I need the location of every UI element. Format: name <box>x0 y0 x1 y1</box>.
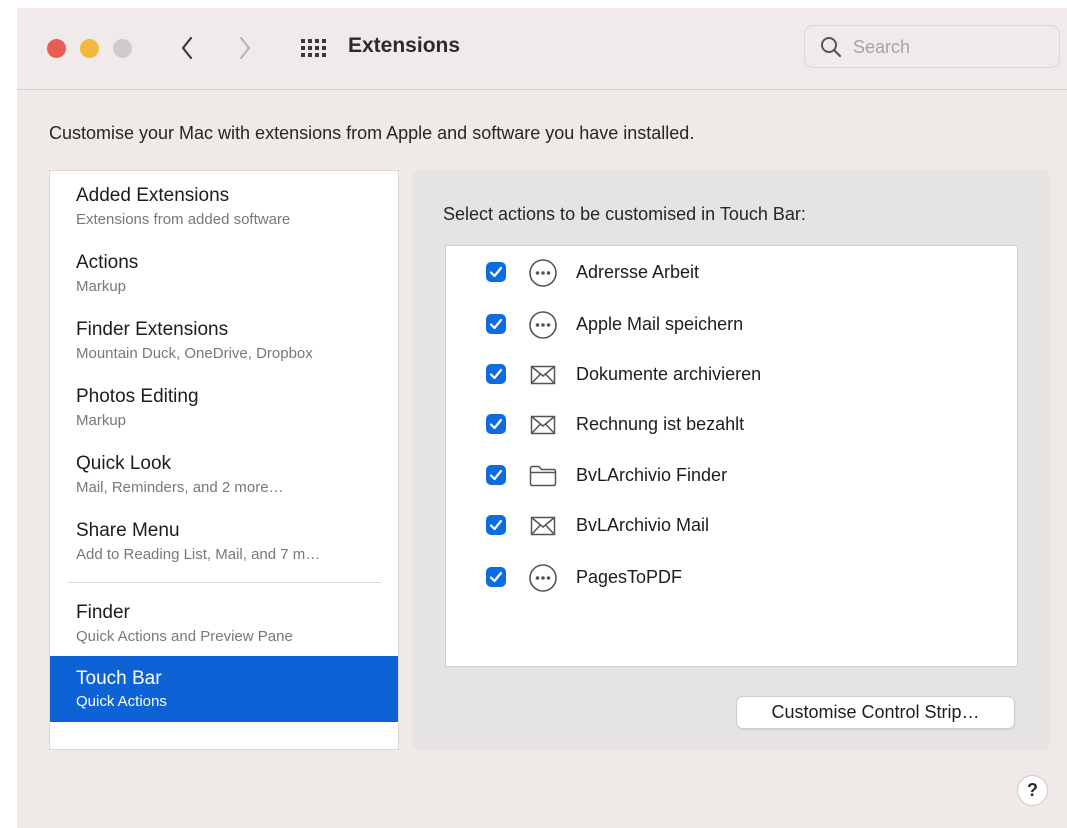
page-description: Customise your Mac with extensions from … <box>49 123 695 143</box>
list-item[interactable]: Apple Mail speichern <box>446 300 1017 352</box>
sidebar-item-finder-extensions[interactable]: Finder Extensions Mountain Duck, OneDriv… <box>50 305 398 371</box>
touch-bar-panel: Select actions to be customised in Touch… <box>412 170 1050 750</box>
extensions-sidebar: Added Extensions Extensions from added s… <box>49 170 399 750</box>
action-label: Apple Mail speichern <box>576 314 744 334</box>
action-label: Rechnung ist bezahlt <box>576 414 745 434</box>
list-item[interactable]: BvLArchivio Mail <box>446 501 1017 553</box>
checkmark-icon <box>489 318 503 330</box>
sidebar-divider <box>68 582 381 583</box>
show-all-button[interactable] <box>297 32 329 64</box>
grid-icon <box>301 39 326 57</box>
sidebar-item-title: Share Menu <box>76 520 180 541</box>
list-item[interactable]: BvLArchivio Finder <box>446 451 1017 503</box>
action-checkbox[interactable] <box>486 314 506 334</box>
action-label: BvLArchivio Finder <box>576 465 728 485</box>
checkmark-icon <box>489 266 503 278</box>
search-icon <box>821 37 842 58</box>
sidebar-item-subtitle: Mountain Duck, OneDrive, Dropbox <box>76 345 313 362</box>
action-label: PagesToPDF <box>576 567 683 587</box>
action-label: Dokumente archivieren <box>576 364 762 384</box>
sidebar-item-actions[interactable]: Actions Markup <box>50 238 398 304</box>
sidebar-item-title: Finder <box>76 602 130 623</box>
customise-control-strip-button[interactable]: Customise Control Strip… <box>736 696 1015 729</box>
sidebar-item-title: Photos Editing <box>76 386 199 407</box>
sidebar-item-title: Touch Bar <box>76 668 162 689</box>
action-checkbox[interactable] <box>486 414 506 434</box>
sidebar-item-subtitle: Quick Actions <box>76 693 167 710</box>
sidebar-item-finder[interactable]: Finder Quick Actions and Preview Pane <box>50 588 398 654</box>
list-item[interactable]: Rechnung ist bezahlt <box>446 400 1017 452</box>
action-checkbox[interactable] <box>486 262 506 282</box>
sidebar-item-title: Finder Extensions <box>76 319 229 340</box>
chevron-right-icon <box>239 36 251 60</box>
action-label: BvLArchivio Mail <box>576 515 710 535</box>
ellipsis-circle-icon <box>527 309 559 341</box>
help-button[interactable]: ? <box>1017 775 1048 806</box>
preferences-window: Extensions Customise your Mac with exten… <box>17 8 1067 828</box>
checkmark-icon <box>489 571 503 583</box>
action-checkbox[interactable] <box>486 567 506 587</box>
action-checkbox[interactable] <box>486 515 506 535</box>
sidebar-item-photos-editing[interactable]: Photos Editing Markup <box>50 372 398 438</box>
back-button[interactable] <box>172 32 202 64</box>
checkmark-icon <box>489 519 503 531</box>
checkmark-icon <box>489 418 503 430</box>
sidebar-item-subtitle: Quick Actions and Preview Pane <box>76 628 293 645</box>
list-item[interactable]: Dokumente archivieren <box>446 350 1017 402</box>
action-checkbox[interactable] <box>486 364 506 384</box>
forward-button[interactable] <box>230 32 260 64</box>
list-item[interactable]: PagesToPDF <box>446 553 1017 605</box>
sidebar-item-subtitle: Markup <box>76 278 127 295</box>
sidebar-item-title: Quick Look <box>76 453 172 474</box>
sidebar-item-subtitle: Markup <box>76 412 127 429</box>
envelope-icon <box>527 409 559 441</box>
action-checkbox[interactable] <box>486 465 506 485</box>
action-label: Adrersse Arbeit <box>576 262 700 282</box>
chevron-left-icon <box>181 36 193 60</box>
sidebar-item-share-menu[interactable]: Share Menu Add to Reading List, Mail, an… <box>50 506 398 572</box>
sidebar-item-quick-look[interactable]: Quick Look Mail, Reminders, and 2 more… <box>50 439 398 505</box>
close-button[interactable] <box>47 39 66 58</box>
window-title: Extensions <box>348 34 461 57</box>
toolbar: Extensions <box>17 8 1067 90</box>
sidebar-item-touch-bar[interactable]: Touch Bar Quick Actions <box>50 656 398 722</box>
panel-title: Select actions to be customised in Touch… <box>443 204 806 224</box>
ellipsis-circle-icon <box>527 257 559 289</box>
sidebar-item-added-extensions[interactable]: Added Extensions Extensions from added s… <box>50 171 398 237</box>
sidebar-item-subtitle: Mail, Reminders, and 2 more… <box>76 479 284 496</box>
sidebar-item-title: Actions <box>76 252 139 273</box>
search-input[interactable] <box>851 35 1045 59</box>
folder-icon <box>527 460 559 492</box>
ellipsis-circle-icon <box>527 562 559 594</box>
envelope-icon <box>527 510 559 542</box>
zoom-button[interactable] <box>113 39 132 58</box>
sidebar-item-subtitle: Extensions from added software <box>76 211 291 228</box>
sidebar-item-title: Added Extensions <box>76 185 230 206</box>
actions-list: Adrersse Arbeit Apple Mail speichern Dok… <box>445 245 1018 667</box>
checkmark-icon <box>489 469 503 481</box>
search-field[interactable] <box>804 25 1060 68</box>
checkmark-icon <box>489 368 503 380</box>
sidebar-item-subtitle: Add to Reading List, Mail, and 7 m… <box>76 546 321 563</box>
envelope-icon <box>527 359 559 391</box>
minimize-button[interactable] <box>80 39 99 58</box>
list-item[interactable]: Adrersse Arbeit <box>446 248 1017 300</box>
